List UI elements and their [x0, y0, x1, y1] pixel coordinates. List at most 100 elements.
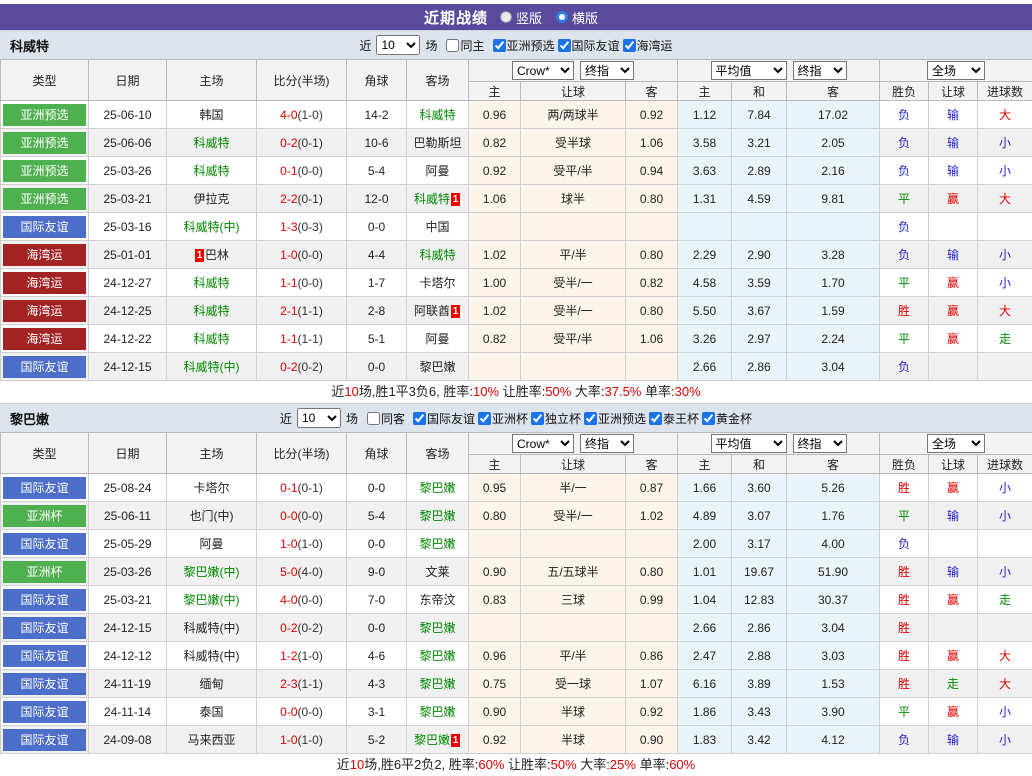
team-name-text: 黎巴嫩: [419, 705, 455, 719]
competition-filter[interactable]: 亚洲预选: [493, 37, 555, 54]
competition-checkbox[interactable]: [702, 412, 715, 425]
competition-checkbox[interactable]: [649, 412, 662, 425]
match-row: 海湾运25-01-011巴林1-0(0-0)4-4科威特1.02平/半0.802…: [1, 241, 1032, 269]
average-odds-away: 3.90: [787, 698, 880, 726]
average-odds-away: 3.04: [787, 614, 880, 642]
handicap-result-cell: [929, 353, 978, 381]
average-odds-draw: 3.59: [732, 269, 787, 297]
handicap-line: [521, 614, 626, 642]
filter-bar: 近10场同主亚洲预选国际友谊海湾运: [359, 35, 672, 55]
handicap-line: 半球: [521, 726, 626, 754]
handicap-odds-home: 0.90: [469, 558, 521, 586]
team-name-text: 科威特: [414, 192, 450, 206]
competition-filter[interactable]: 国际友谊: [413, 410, 475, 427]
competition-filter[interactable]: 国际友谊: [558, 37, 620, 54]
competition-checkbox[interactable]: [558, 39, 571, 52]
sub-header-2: 客: [626, 82, 678, 101]
average-odds-home: 4.58: [678, 269, 732, 297]
summary-segment: 10: [344, 384, 358, 399]
halftime-score: (0-0): [298, 593, 323, 607]
handicap-line: 平/半: [521, 241, 626, 269]
goals-result-cell: 小: [978, 157, 1032, 185]
corner-score: 4-6: [347, 642, 407, 670]
competition-filter[interactable]: 泰王杯: [649, 410, 699, 427]
competition-filter[interactable]: 黄金杯: [702, 410, 752, 427]
summary-segment: 50%: [545, 384, 571, 399]
match-row: 国际友谊24-12-15科威特(中)0-2(0-2)0-0黎巴嫩2.662.86…: [1, 353, 1032, 381]
match-count-select[interactable]: 10: [297, 408, 341, 428]
matches-table: 类型日期主场比分(半场)角球客场Crow*终指平均值终指全场主让球客主和客胜负让…: [0, 59, 1032, 381]
average-source-select[interactable]: 平均值: [711, 434, 787, 453]
filter-matches-label: 场: [346, 410, 358, 427]
average-odds-draw: 3.42: [732, 726, 787, 754]
competition-checkbox[interactable]: [623, 39, 636, 52]
same-ground-filter[interactable]: 同主: [446, 37, 484, 54]
handicap-odds-away: 0.87: [626, 474, 678, 502]
home-team: 黎巴嫩(中): [167, 558, 257, 586]
competition-filter[interactable]: 亚洲杯: [478, 410, 528, 427]
competition-filter[interactable]: 亚洲预选: [584, 410, 646, 427]
match-score: 1-0(1-0): [257, 726, 347, 754]
average-source-select[interactable]: 平均值: [711, 61, 787, 80]
away-team: 东帝汶: [407, 586, 469, 614]
halftime-score: (0-2): [298, 360, 323, 374]
same-ground-checkbox[interactable]: [367, 412, 380, 425]
team-name-text: 黎巴嫩: [419, 621, 455, 635]
average-final-select[interactable]: 终指: [793, 434, 847, 453]
competition-filter[interactable]: 海湾运: [623, 37, 673, 54]
team-name-text: 伊拉克: [193, 192, 229, 206]
average-odds-home: 1.04: [678, 586, 732, 614]
average-odds-draw: 2.89: [732, 157, 787, 185]
odds-final-select[interactable]: 终指: [580, 434, 634, 453]
competition-filter[interactable]: 独立杯: [531, 410, 581, 427]
col-header-5: 客场: [407, 433, 469, 474]
team-name-text: 黎巴嫩(中): [184, 593, 240, 607]
filter-competitions: 国际友谊亚洲杯独立杯亚洲预选泰王杯黄金杯: [410, 410, 752, 427]
horizontal-radio[interactable]: [556, 11, 568, 23]
goals-result-cell: 大: [978, 297, 1032, 325]
competition-checkbox[interactable]: [531, 412, 544, 425]
odds-source-select[interactable]: Crow*: [512, 61, 574, 80]
match-count-select[interactable]: 10: [376, 35, 420, 55]
handicap-odds-away: [626, 530, 678, 558]
scope-select[interactable]: 全场: [927, 61, 985, 80]
home-team: 也门(中): [167, 502, 257, 530]
section-header: 科威特近10场同主亚洲预选国际友谊海湾运: [0, 30, 1032, 59]
summary-segment: 10: [350, 757, 364, 772]
corner-score: 3-1: [347, 698, 407, 726]
odds-source-select[interactable]: Crow*: [512, 434, 574, 453]
competition-badge: 国际友谊: [3, 617, 86, 639]
competition-checkbox[interactable]: [413, 412, 426, 425]
handicap-line: 两/两球半: [521, 101, 626, 129]
competition-cell: 亚洲预选: [1, 157, 89, 185]
competition-checkbox[interactable]: [493, 39, 506, 52]
match-row: 国际友谊24-09-08马来西亚1-0(1-0)5-2黎巴嫩10.92半球0.9…: [1, 726, 1032, 754]
competition-cell: 国际友谊: [1, 614, 89, 642]
same-ground-checkbox[interactable]: [446, 39, 459, 52]
corner-score: 4-4: [347, 241, 407, 269]
halftime-score: (1-0): [298, 108, 323, 122]
sub-header-1: 让球: [521, 455, 626, 474]
average-final-select[interactable]: 终指: [793, 61, 847, 80]
summary-segment: 25%: [610, 757, 636, 772]
average-odds-home: 3.26: [678, 325, 732, 353]
competition-checkbox[interactable]: [478, 412, 491, 425]
scope-select[interactable]: 全场: [927, 434, 985, 453]
layout-option-vertical[interactable]: 竖版: [500, 8, 542, 27]
team-name-text: 科威特: [193, 164, 229, 178]
team-name-text: 卡塔尔: [419, 276, 455, 290]
match-row: 国际友谊25-08-24卡塔尔0-1(0-1)0-0黎巴嫩0.95半/一0.87…: [1, 474, 1032, 502]
corner-score: 9-0: [347, 558, 407, 586]
vertical-radio[interactable]: [500, 11, 512, 23]
result-cell: 胜: [880, 297, 929, 325]
away-team: 科威特1: [407, 185, 469, 213]
competition-checkbox[interactable]: [584, 412, 597, 425]
filter-bar: 近10场同客国际友谊亚洲杯独立杯亚洲预选泰王杯黄金杯: [280, 408, 752, 428]
odds-final-select[interactable]: 终指: [580, 61, 634, 80]
match-score: 4-0(0-0): [257, 586, 347, 614]
goals-result-cell: 小: [978, 698, 1032, 726]
goals-result-cell: 大: [978, 642, 1032, 670]
layout-option-horizontal[interactable]: 横版: [556, 8, 598, 27]
same-ground-filter[interactable]: 同客: [367, 410, 405, 427]
home-team: 缅甸: [167, 670, 257, 698]
